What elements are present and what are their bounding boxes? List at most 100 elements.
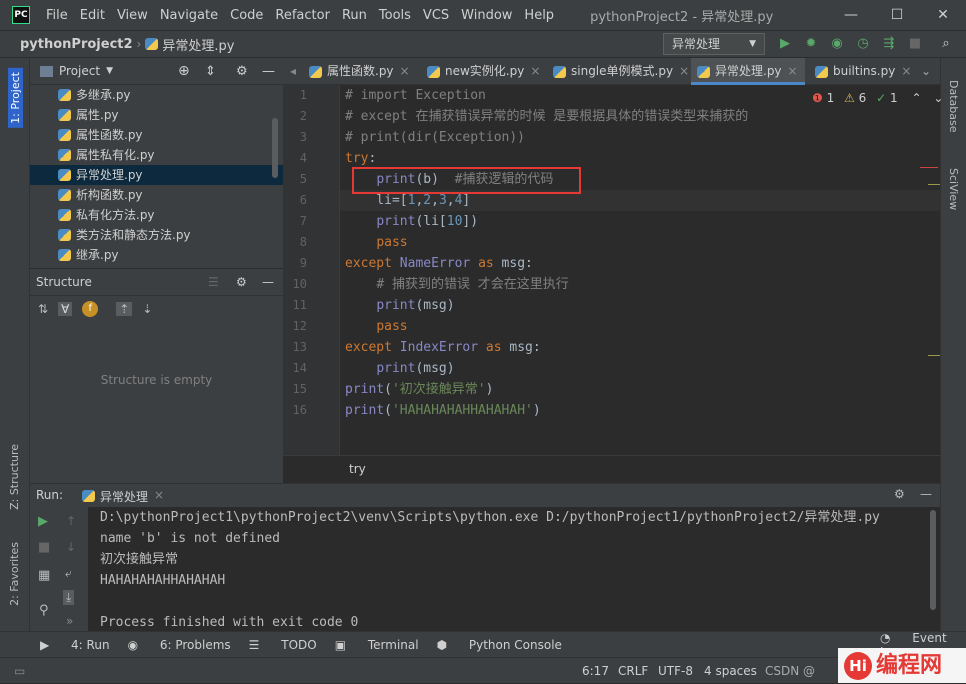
console-output[interactable]: D:\pythonProject1\pythonProject2\venv\Sc… — [88, 507, 938, 631]
layout-toggle-icon[interactable]: ▭ — [14, 658, 25, 684]
sciview-tool-tab[interactable]: SciView — [947, 168, 960, 210]
code-line[interactable]: # 捕获到的错误 才会在这里执行 — [345, 274, 568, 295]
tab-todo[interactable]: ☰ TODO — [249, 638, 317, 652]
stop-icon[interactable]: ■ — [906, 35, 924, 53]
tab-python-console[interactable]: ⬢ Python Console — [437, 638, 562, 652]
gear-icon[interactable]: ⚙ — [236, 64, 248, 79]
run-config-tab[interactable]: 异常处理 — [100, 488, 148, 505]
debug-icon[interactable]: ✹ — [802, 35, 820, 53]
run-config-dropdown[interactable]: 异常处理 ▼ — [663, 33, 765, 55]
minimize-button[interactable]: — — [828, 0, 874, 30]
more-icon[interactable]: » — [66, 614, 73, 628]
gear-icon[interactable]: ⚙ — [236, 275, 247, 289]
layout-icon[interactable]: ▦ — [38, 568, 50, 583]
autoscroll-from-source-icon[interactable]: ⇣ — [142, 302, 152, 316]
close-tab-icon[interactable]: × — [400, 64, 410, 78]
breadcrumb-project[interactable]: pythonProject2 — [20, 37, 133, 52]
tree-item[interactable]: 析构函数.py — [30, 185, 283, 205]
project-tool-tab[interactable]: 1: Project — [8, 68, 23, 128]
close-tab-icon[interactable]: × — [530, 64, 540, 78]
breadcrumb-file[interactable]: 异常处理.py — [162, 35, 234, 54]
close-tab-icon[interactable]: × — [154, 488, 164, 502]
search-icon[interactable]: ⌕ — [937, 35, 955, 53]
expand-icon[interactable]: ☰ — [208, 275, 219, 289]
show-fields-icon[interactable]: f — [82, 301, 99, 317]
sort-alpha-icon[interactable]: ⇅ — [38, 302, 48, 316]
file-encoding[interactable]: UTF-8 — [658, 658, 693, 684]
tree-item[interactable]: 类方法和静态方法.py — [30, 225, 283, 245]
menu-window[interactable]: Window — [455, 8, 518, 23]
structure-tool-tab[interactable]: Z: Structure — [8, 444, 21, 510]
menu-file[interactable]: File — [40, 8, 74, 23]
tree-item[interactable]: 多继承.py — [30, 85, 283, 105]
code-line[interactable]: pass — [345, 316, 407, 337]
menu-vcs[interactable]: VCS — [417, 8, 455, 23]
locate-icon[interactable]: ⊕ — [178, 63, 190, 79]
code-line[interactable]: except IndexError as msg: — [345, 337, 541, 358]
tab-terminal[interactable]: ▣ Terminal — [335, 638, 419, 652]
menu-help[interactable]: Help — [518, 8, 560, 23]
tab-problems[interactable]: ◉ 6: Problems — [128, 638, 231, 652]
code-line[interactable]: pass — [345, 232, 407, 253]
code-editor[interactable]: # import Exception # except 在捕获错误异常的时候 是要… — [340, 85, 940, 455]
autoscroll-to-source-icon[interactable]: ⇡ — [116, 302, 133, 316]
menu-edit[interactable]: Edit — [74, 8, 111, 23]
code-line[interactable]: # import Exception — [345, 85, 486, 106]
chevron-down-icon[interactable]: ▼ — [106, 66, 113, 76]
code-line[interactable]: print('初次接触异常') — [345, 379, 493, 400]
tab-single单例模式[interactable]: single单例模式.py × — [547, 58, 691, 85]
menu-run[interactable]: Run — [336, 8, 373, 23]
close-tab-icon[interactable]: × — [679, 64, 689, 78]
hide-icon[interactable]: — — [262, 64, 275, 79]
tab-run[interactable]: ▶ 4: Run — [40, 638, 110, 652]
tab-属性函数[interactable]: 属性函数.py × — [303, 58, 421, 85]
inspection-widget[interactable]: ❶ 1 ⚠ 6 ✓ 1 ⌃ ⌄ — [812, 91, 943, 105]
concurrency-icon[interactable]: ⇶ — [880, 35, 898, 53]
coverage-icon[interactable]: ◉ — [828, 35, 846, 53]
code-line[interactable]: print(msg) — [345, 295, 454, 316]
favorites-tool-tab[interactable]: 2: Favorites — [8, 542, 21, 606]
chevron-down-icon[interactable]: ⌄ — [933, 91, 943, 105]
scrollbar[interactable] — [272, 118, 278, 178]
tree-item[interactable]: 属性私有化.py — [30, 145, 283, 165]
close-button[interactable]: ✕ — [920, 0, 966, 30]
rerun-icon[interactable]: ▶ — [38, 514, 48, 529]
database-tool-tab[interactable]: Database — [947, 80, 960, 133]
menu-view[interactable]: View — [111, 8, 154, 23]
tabs-menu-chevron-icon[interactable]: ⌄ — [915, 58, 939, 85]
soft-wrap-icon[interactable]: ⤶ — [65, 566, 72, 581]
chevron-up-icon[interactable]: ⌃ — [911, 91, 921, 105]
code-line[interactable]: # except 在捕获错误异常的时候 是要根据具体的错误类型来捕获的 — [345, 106, 748, 127]
stop-icon[interactable]: ■ — [38, 540, 50, 555]
scrollbar[interactable] — [930, 510, 936, 610]
code-line[interactable]: except NameError as msg: — [345, 253, 533, 274]
tree-item[interactable]: 私有化方法.py — [30, 205, 283, 225]
menu-navigate[interactable]: Navigate — [154, 8, 224, 23]
line-separator[interactable]: CRLF — [618, 658, 648, 684]
tab-builtins[interactable]: builtins.py × — [809, 58, 913, 85]
show-inherited-icon[interactable]: ∀ — [58, 302, 73, 316]
collapse-icon[interactable]: ⇕ — [205, 64, 216, 79]
hide-icon[interactable]: — — [920, 487, 932, 501]
tree-item[interactable]: 异常处理.py — [30, 165, 283, 185]
code-line[interactable]: print(li[10]) — [345, 211, 478, 232]
code-line[interactable]: try: — [345, 148, 376, 169]
menu-refactor[interactable]: Refactor — [269, 8, 336, 23]
close-tab-icon[interactable]: × — [901, 64, 911, 78]
tab-异常处理[interactable]: 异常处理.py × — [691, 58, 805, 85]
tab-new实例化[interactable]: new实例化.py × — [421, 58, 547, 85]
pin-icon[interactable]: ⚲ — [39, 603, 49, 618]
tree-item[interactable]: 属性函数.py — [30, 125, 283, 145]
run-icon[interactable]: ▶ — [776, 35, 794, 53]
arrow-up-icon[interactable]: ↑ — [66, 514, 76, 528]
profile-icon[interactable]: ◷ — [854, 35, 872, 53]
project-panel-title[interactable]: Project — [59, 64, 100, 78]
menu-tools[interactable]: Tools — [373, 8, 417, 23]
hide-icon[interactable]: — — [262, 275, 274, 289]
tree-item[interactable]: 属性.py — [30, 105, 283, 125]
scroll-to-end-icon[interactable]: ⤓ — [63, 590, 75, 605]
indent-setting[interactable]: 4 spaces — [704, 658, 757, 684]
code-breadcrumb[interactable]: try — [349, 462, 366, 476]
tabs-scroll-left-icon[interactable]: ◂ — [283, 58, 303, 85]
code-line[interactable]: print('HAHAHAHAHHAHAHAH') — [345, 400, 541, 421]
